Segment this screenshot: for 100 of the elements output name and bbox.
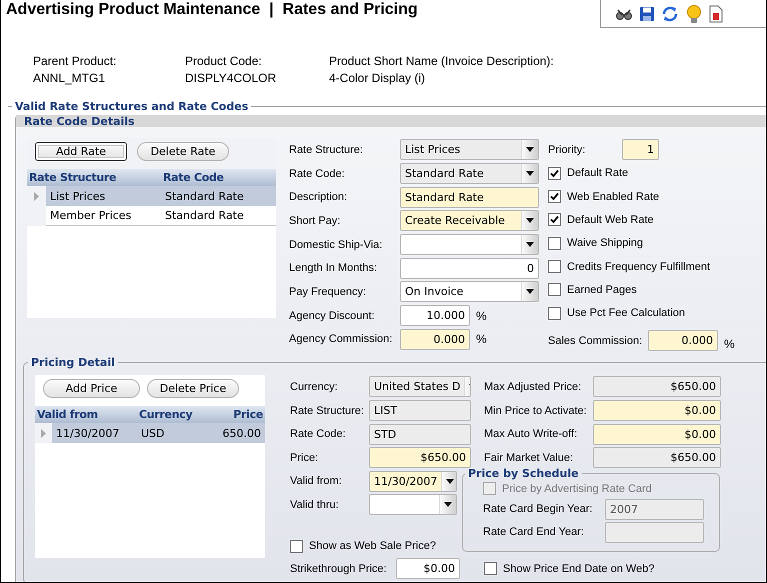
action-button[interactable]: Delete Rate [137, 142, 229, 161]
dropdown-field[interactable]: United States D [369, 376, 471, 398]
section-title: Rate Code Details [24, 114, 135, 128]
field-label: Domestic Ship-Via: [289, 238, 384, 251]
checkbox[interactable]: Default Rate [548, 166, 628, 180]
field-label: Product Code: [185, 53, 263, 70]
field-label: Valid from: [290, 475, 343, 488]
checkbox[interactable]: Show Price End Date on Web? [484, 562, 654, 576]
field-label: Rate Structure: [289, 144, 364, 156]
refresh-icon[interactable] [661, 4, 679, 22]
row-pointer-icon [34, 192, 39, 200]
input-field[interactable]: 0.000 [400, 328, 470, 350]
check-icon [550, 192, 559, 202]
table-cell: 650.00 [207, 423, 265, 444]
input-field[interactable]: $650.00 [369, 447, 471, 468]
table-cell: List Prices [46, 186, 161, 206]
field-label: Rate Structure: [290, 404, 365, 417]
dropdown-field[interactable]: 11/30/2007 [369, 470, 457, 492]
checkbox[interactable]: Credits Frequency Fulfillment [548, 260, 710, 274]
check-icon [550, 215, 559, 224]
column-header[interactable]: Price [207, 408, 265, 422]
action-button[interactable]: Add Rate [35, 142, 127, 161]
dropdown-field[interactable]: Create Receivable [400, 210, 539, 232]
checkbox[interactable]: Earned Pages [548, 283, 637, 296]
field-label: Fair Market Value: [484, 452, 574, 464]
input-field[interactable] [605, 522, 704, 543]
dropdown-arrow-icon [446, 478, 454, 484]
field-label: Priority: [548, 144, 586, 156]
field-label: Parent Product: [33, 53, 118, 70]
column-header[interactable]: Valid from [35, 408, 137, 422]
input-field[interactable]: $0.00 [396, 558, 460, 580]
field-label: Product Short Name (Invoice Description): [329, 53, 555, 70]
unit-label: % [724, 336, 735, 351]
action-button[interactable]: Add Price [43, 379, 140, 398]
input-field[interactable]: $650.00 [593, 447, 721, 468]
document-icon[interactable] [709, 4, 723, 22]
dropdown-field[interactable]: On Invoice [400, 281, 539, 302]
input-field[interactable]: LIST [369, 400, 471, 422]
field-label: Rate Code: [289, 168, 346, 180]
field-label: Pay Frequency: [289, 286, 368, 298]
input-field[interactable]: $0.00 [593, 424, 721, 445]
dropdown-field[interactable] [369, 494, 457, 516]
dropdown-arrow-icon [526, 289, 534, 294]
field-label: Min Price to Activate: [484, 404, 588, 417]
field-label: Currency: [290, 380, 339, 393]
row-header[interactable] [35, 423, 52, 444]
input-field[interactable]: $650.00 [593, 376, 721, 398]
grid-row[interactable]: 11/30/2007 USD 650.00 [35, 423, 265, 444]
field-value: ANNL_MTG1 [33, 70, 106, 87]
field-label: Price: [290, 452, 320, 464]
dropdown-arrow-icon [526, 242, 534, 248]
unit-label: % [476, 308, 487, 323]
check-icon [550, 168, 559, 178]
table-cell: 11/30/2007 [52, 423, 137, 444]
checkbox[interactable]: Use Pct Fee Calculation [548, 306, 685, 320]
field-label: Strikethrough Price: [290, 562, 388, 575]
input-field[interactable]: 10.000 [400, 305, 470, 326]
checkbox[interactable]: Show as Web Sale Price? [290, 540, 436, 553]
input-field[interactable]: $0.00 [593, 400, 721, 422]
field-label: Short Pay: [289, 214, 342, 227]
table-cell: USD [137, 423, 207, 444]
input-field[interactable]: 1 [622, 139, 659, 160]
input-field[interactable]: 0 [400, 258, 539, 279]
action-button[interactable]: Delete Price [147, 379, 239, 398]
field-label: Rate Card End Year: [483, 526, 585, 538]
field-label: Agency Discount: [289, 310, 376, 322]
section-title: Price by Schedule [467, 466, 580, 480]
section-title: Pricing Detail [30, 356, 116, 370]
checkbox[interactable]: Default Web Rate [548, 213, 654, 226]
column-header[interactable]: Currency [137, 408, 207, 422]
field-label: Max Adjusted Price: [484, 380, 582, 393]
field-label: Valid thru: [290, 498, 340, 511]
dropdown-arrow-icon [526, 147, 534, 152]
dropdown-arrow-icon [444, 502, 452, 508]
input-field[interactable]: 0.000 [648, 330, 718, 351]
dropdown-arrow-icon [526, 171, 534, 176]
dropdown-arrow-icon [526, 218, 534, 224]
grid-row[interactable]: List Prices Standard Rate [27, 186, 276, 206]
field-label: Length In Months: [289, 262, 378, 274]
column-header[interactable]: Rate Code [161, 171, 276, 184]
field-label: Agency Commission: [289, 333, 394, 346]
field-value: DISPLY4COLOR [185, 70, 278, 87]
field-value: 4-Color Display (i) [329, 70, 426, 87]
binoculars-icon[interactable] [615, 6, 633, 20]
column-header[interactable]: Rate Structure [27, 171, 161, 184]
section-title: Valid Rate Structures and Rate Codes [14, 100, 250, 113]
dropdown-field[interactable]: List Prices [400, 139, 539, 160]
input-field[interactable]: STD [369, 424, 471, 445]
row-pointer-icon [41, 428, 46, 438]
dropdown-field[interactable]: Standard Rate [400, 163, 539, 184]
field-label: Description: [289, 191, 348, 204]
input-field[interactable]: Standard Rate [400, 186, 539, 208]
checkbox[interactable]: Web Enabled Rate [548, 190, 660, 204]
lightbulb-icon[interactable] [685, 4, 703, 24]
input-field[interactable]: 2007 [605, 498, 704, 520]
save-icon[interactable] [639, 6, 655, 22]
dropdown-field[interactable] [400, 234, 539, 256]
grid-row[interactable]: Member Prices Standard Rate [27, 206, 276, 226]
checkbox[interactable]: Waive Shipping [548, 236, 644, 250]
field-label: Rate Code: [290, 428, 347, 440]
